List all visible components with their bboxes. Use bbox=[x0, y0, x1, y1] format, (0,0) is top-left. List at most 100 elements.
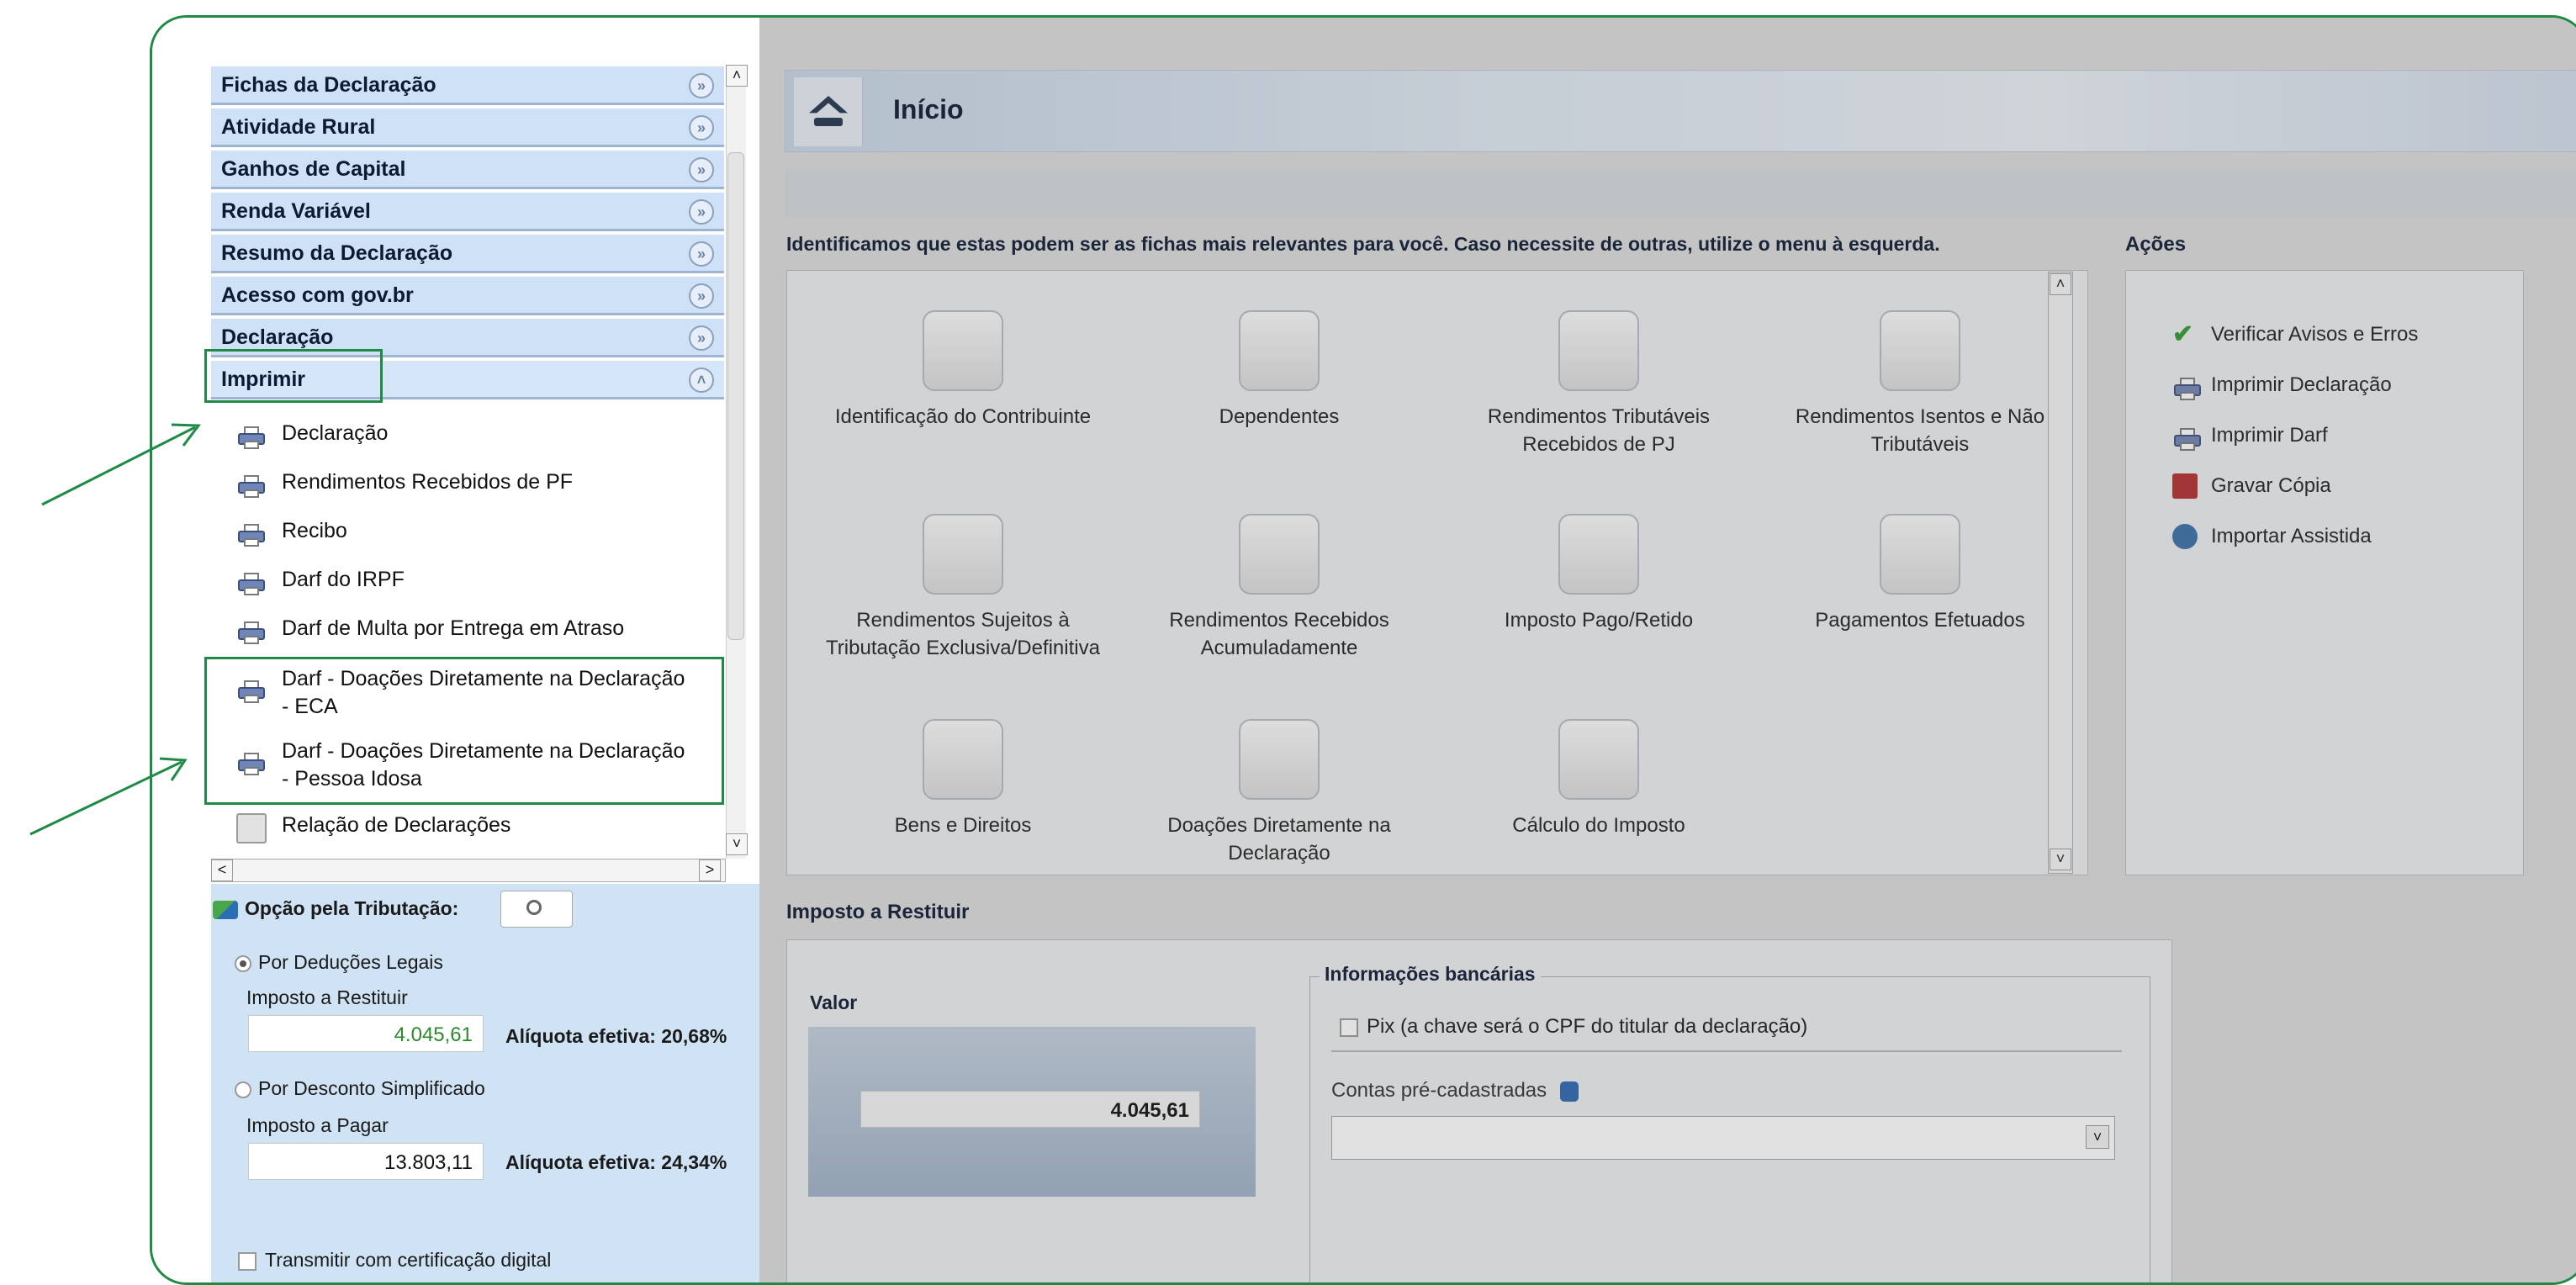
search-button[interactable] bbox=[500, 891, 573, 928]
ficha-tributaveis-pj[interactable]: Rendimentos Tributáveis Recebidos de PJ bbox=[1447, 310, 1750, 458]
imprimir-item-darf-multa[interactable]: Darf de Multa por Entrega em Atraso bbox=[236, 616, 716, 647]
printer-icon bbox=[236, 568, 267, 598]
acao-gravar-copia[interactable]: Gravar Cópia bbox=[2172, 473, 2331, 499]
document-list-icon bbox=[236, 813, 267, 843]
contas-select[interactable]: ˅ bbox=[1331, 1116, 2115, 1160]
imprimir-item-declaracao[interactable]: Declaração bbox=[236, 421, 716, 452]
document-clock-icon bbox=[1239, 514, 1320, 595]
item-label: Relação de Declarações bbox=[282, 813, 511, 837]
chevron-down-icon: » bbox=[689, 157, 714, 182]
ficha-label: Bens e Direitos bbox=[894, 814, 1032, 837]
imprimir-item-rendimentos-pf[interactable]: Rendimentos Recebidos de PF bbox=[236, 470, 716, 500]
section-declaracao[interactable]: Declaração » bbox=[211, 319, 724, 357]
ficha-acumuladamente[interactable]: Rendimentos Recebidos Acumuladamente bbox=[1128, 514, 1431, 662]
transmitir-option[interactable]: Transmitir com certificação digital bbox=[238, 1249, 551, 1272]
ficha-identificacao[interactable]: Identificação do Contribuinte bbox=[812, 310, 1114, 431]
imprimir-item-darf-eca[interactable]: Darf - Doações Diretamente na Declaração… bbox=[236, 665, 690, 721]
section-fichas[interactable]: Fichas da Declaração » bbox=[211, 66, 724, 105]
page-title: Início bbox=[893, 94, 964, 124]
imprimir-item-relacao[interactable]: Relação de Declarações bbox=[236, 813, 716, 843]
scroll-left-icon[interactable]: < bbox=[211, 859, 233, 881]
people-group-icon bbox=[1239, 719, 1320, 800]
ficha-imposto-pago[interactable]: Imposto Pago/Retido bbox=[1447, 514, 1750, 634]
checkmark-icon: ✔ bbox=[2172, 320, 2194, 348]
imprimir-item-darf-irpf[interactable]: Darf do IRPF bbox=[236, 568, 716, 598]
chevron-down-icon: » bbox=[689, 241, 714, 267]
section-label: Fichas da Declaração bbox=[221, 73, 436, 97]
aliquota-simplificado: Alíquota efetiva: 24,34% bbox=[505, 1151, 727, 1173]
section-ganhos-capital[interactable]: Ganhos de Capital » bbox=[211, 151, 724, 189]
section-imprimir[interactable]: Imprimir ˄ bbox=[211, 361, 724, 399]
aliquota-deducoes: Alíquota efetiva: 20,68% bbox=[505, 1025, 727, 1047]
section-gov-br[interactable]: Acesso com gov.br » bbox=[211, 277, 724, 315]
ficha-exclusiva[interactable]: Rendimentos Sujeitos à Tributação Exclus… bbox=[812, 514, 1114, 662]
chevron-down-icon: » bbox=[689, 73, 714, 98]
restituir-title: Imposto a Restituir bbox=[786, 901, 970, 923]
item-label: Darf - Doações Diretamente na Declaração… bbox=[282, 667, 685, 718]
acao-verificar[interactable]: ✔ Verificar Avisos e Erros bbox=[2172, 322, 2418, 347]
acao-imprimir-darf[interactable]: Imprimir Darf bbox=[2172, 423, 2328, 451]
sidebar-scroll-thumb[interactable] bbox=[727, 152, 744, 640]
warning-document-icon bbox=[923, 514, 1003, 595]
ficha-dependentes[interactable]: Dependentes bbox=[1128, 310, 1431, 431]
restituir-value: 4.045,61 bbox=[248, 1015, 484, 1052]
arrows-icon bbox=[213, 900, 238, 919]
simplificado-label: Por Desconto Simplificado bbox=[258, 1077, 485, 1099]
acao-importar[interactable]: Importar Assistida bbox=[2172, 524, 2372, 549]
item-label: Rendimentos Recebidos de PF bbox=[282, 470, 574, 494]
item-label: Recibo bbox=[282, 519, 347, 542]
receita-import-icon bbox=[2172, 524, 2198, 549]
scroll-down-icon[interactable]: ˅ bbox=[2050, 849, 2071, 870]
app-window: Fichas da Declaração » Atividade Rural » G… bbox=[152, 18, 2576, 1282]
acoes-panel bbox=[2125, 270, 2524, 875]
ficha-doacoes[interactable]: Doações Diretamente na Declaração bbox=[1128, 719, 1431, 867]
printer-icon bbox=[236, 675, 267, 706]
chevron-up-icon: ˄ bbox=[689, 368, 714, 393]
section-atividade-rural[interactable]: Atividade Rural » bbox=[211, 108, 724, 147]
tributacao-title: Opção pela Tributação: bbox=[213, 897, 458, 920]
imprimir-item-recibo[interactable]: Recibo bbox=[236, 519, 716, 549]
radio-icon bbox=[235, 1081, 251, 1098]
ficha-label: Rendimentos Tributáveis Recebidos de PJ bbox=[1487, 405, 1711, 456]
scroll-down-icon[interactable]: ˅ bbox=[726, 833, 748, 855]
printer-icon bbox=[236, 519, 267, 549]
section-label: Atividade Rural bbox=[221, 115, 376, 139]
scroll-up-icon[interactable]: ˄ bbox=[726, 65, 748, 87]
deducoes-option[interactable]: Por Deduções Legais bbox=[235, 951, 443, 974]
ficha-isentos[interactable]: Rendimentos Isentos e Não Tributáveis bbox=[1769, 310, 2071, 458]
ficha-pagamentos[interactable]: Pagamentos Efetuados bbox=[1769, 514, 2071, 634]
simplificado-option[interactable]: Por Desconto Simplificado bbox=[235, 1077, 485, 1100]
pagar-value: 13.803,11 bbox=[248, 1143, 484, 1180]
section-resumo[interactable]: Resumo da Declaração » bbox=[211, 235, 724, 273]
ficha-bens[interactable]: Bens e Direitos bbox=[812, 719, 1114, 839]
pagar-label: Imposto a Pagar bbox=[246, 1114, 389, 1136]
acoes-title: Ações bbox=[2125, 233, 2187, 256]
info-icon[interactable] bbox=[1560, 1081, 1579, 1102]
pix-option[interactable]: Pix (a chave será o CPF do titular da de… bbox=[1340, 1015, 1807, 1039]
divider bbox=[1331, 1050, 2122, 1052]
highlight-frame: Fichas da Declaração » Atividade Rural » G… bbox=[150, 15, 2576, 1285]
section-renda-variavel[interactable]: Renda Variável » bbox=[211, 193, 724, 231]
ficha-label: Identificação do Contribuinte bbox=[834, 405, 1092, 428]
deducoes-label: Por Deduções Legais bbox=[258, 951, 443, 973]
sidebar: Fichas da Declaração » Atividade Rural » G… bbox=[152, 18, 759, 1282]
acao-imprimir-declaracao[interactable]: Imprimir Declaração bbox=[2172, 373, 2392, 400]
chevron-down-icon: ˅ bbox=[2086, 1125, 2109, 1149]
sidebar-hscrollbar[interactable] bbox=[211, 859, 726, 882]
scroll-right-icon[interactable]: > bbox=[699, 859, 721, 881]
bank-title: Informações bancárias bbox=[1320, 963, 1541, 986]
printer-icon bbox=[236, 616, 267, 647]
imprimir-item-darf-idosa[interactable]: Darf - Doações Diretamente na Declaração… bbox=[236, 738, 690, 793]
acao-label: Imprimir Declaração bbox=[2211, 373, 2392, 396]
income-icon bbox=[1558, 310, 1639, 391]
ficha-label: Rendimentos Sujeitos à Tributação Exclus… bbox=[826, 609, 1100, 659]
scroll-up-icon[interactable]: ˄ bbox=[2050, 273, 2071, 295]
toolbar-strip bbox=[785, 169, 2576, 216]
acao-label: Verificar Avisos e Erros bbox=[2211, 323, 2419, 346]
family-icon bbox=[1239, 310, 1320, 391]
ficha-calculo[interactable]: Cálculo do Imposto bbox=[1447, 719, 1750, 839]
printer-icon bbox=[236, 421, 267, 452]
contas-label: Contas pré-cadastradas bbox=[1331, 1079, 1547, 1102]
acao-label: Importar Assistida bbox=[2211, 525, 2372, 547]
credit-card-icon bbox=[1880, 514, 1960, 595]
